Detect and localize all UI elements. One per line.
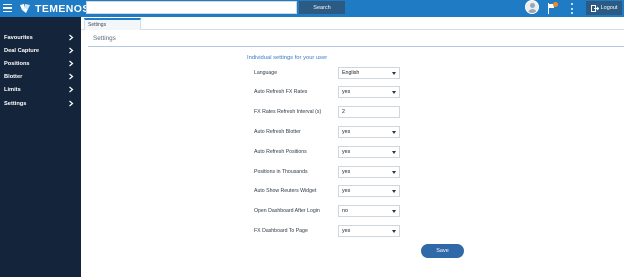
page-title: Settings [93,35,116,42]
fx-rates-refresh-interval-label: FX Rates Refresh Interval (s) [254,109,322,115]
language-select[interactable]: English [338,67,400,79]
sidebar-item-deal-capture[interactable]: Deal Capture [0,44,81,57]
save-button[interactable]: Save [421,244,464,258]
notification-flag-icon[interactable] [548,2,558,14]
chevron-right-icon [69,100,74,107]
app-logo: TEMENOS [19,2,90,15]
open-dashboard-after-login-select[interactable]: no [338,205,400,217]
search-button[interactable]: Search [299,1,345,14]
chevron-right-icon [69,34,74,41]
auto-refresh-positions-value: yes [342,149,351,155]
tab-bar: Settings [81,17,624,30]
auto-refresh-positions-select[interactable]: yes [338,146,400,158]
caret-down-icon [392,72,396,75]
caret-down-icon [392,151,396,154]
caret-down-icon [392,230,396,233]
caret-down-icon [392,171,396,174]
caret-down-icon [392,190,396,193]
chevron-right-icon [69,73,74,80]
auto-refresh-positions-label: Auto Refresh Positions [254,149,307,155]
divider [88,46,624,47]
auto-refresh-fx-rates-value: yes [342,89,351,95]
temenos-logo-icon [20,4,30,13]
top-bar: TEMENOS Search Logout [0,0,624,17]
tab-settings[interactable]: Settings [84,18,141,30]
sidebar-item-label: Positions [4,60,30,67]
fx-dashboard-to-page-value: yes [342,228,351,234]
auto-refresh-blotter-select[interactable]: yes [338,126,400,138]
sidebar: Favourites Deal Capture Positions Blotte… [0,17,81,277]
sidebar-item-label: Limits [4,86,21,93]
logout-icon [590,4,599,12]
language-value: English [342,70,360,76]
sidebar-item-label: Blotter [4,73,23,80]
logout-label: Logout [600,5,618,11]
auto-refresh-fx-rates-label: Auto Refresh FX Rates [254,89,308,95]
positions-in-thousands-value: yes [342,169,351,175]
chevron-right-icon [69,60,74,67]
avatar[interactable] [525,0,539,14]
sidebar-item-label: Favourites [4,34,33,41]
auto-show-reuters-widget-label: Auto Show Reuters Widget [254,188,317,194]
positions-in-thousands-select[interactable]: yes [338,166,400,178]
caret-down-icon [392,91,396,94]
app-name: TEMENOS [35,2,90,15]
sidebar-item-label: Settings [4,100,27,107]
hamburger-menu-icon[interactable] [3,4,12,12]
section-title: Individual settings for your user [247,55,328,61]
auto-show-reuters-widget-select[interactable]: yes [338,185,400,197]
user-body-icon [528,9,537,13]
open-dashboard-after-login-value: no [342,208,348,214]
auto-refresh-fx-rates-select[interactable]: yes [338,86,400,98]
chevron-right-icon [69,47,74,54]
auto-refresh-blotter-label: Auto Refresh Blotter [254,129,301,135]
sidebar-item-favourites[interactable]: Favourites [0,31,81,44]
fx-dashboard-to-page-label: FX Dashboard To Page [254,228,308,234]
positions-in-thousands-label: Positions in Thousands [254,169,308,175]
chevron-right-icon [69,86,74,93]
caret-down-icon [392,210,396,213]
open-dashboard-after-login-label: Open Dashboard After Login [254,208,320,214]
caret-down-icon [392,131,396,134]
fx-rates-refresh-interval-input[interactable] [338,106,400,118]
auto-refresh-blotter-value: yes [342,129,351,135]
language-label: Language [254,70,278,76]
sidebar-item-blotter[interactable]: Blotter [0,70,81,83]
fx-dashboard-to-page-select[interactable]: yes [338,225,400,237]
user-head-icon [530,3,535,8]
logout-button[interactable]: Logout [586,1,622,15]
sidebar-item-settings[interactable]: Settings [0,97,81,110]
more-options-icon[interactable] [570,3,573,14]
search-input[interactable] [86,1,297,14]
sidebar-item-label: Deal Capture [4,47,40,54]
sidebar-item-limits[interactable]: Limits [0,83,81,96]
auto-show-reuters-widget-value: yes [342,188,351,194]
sidebar-item-positions[interactable]: Positions [0,57,81,70]
